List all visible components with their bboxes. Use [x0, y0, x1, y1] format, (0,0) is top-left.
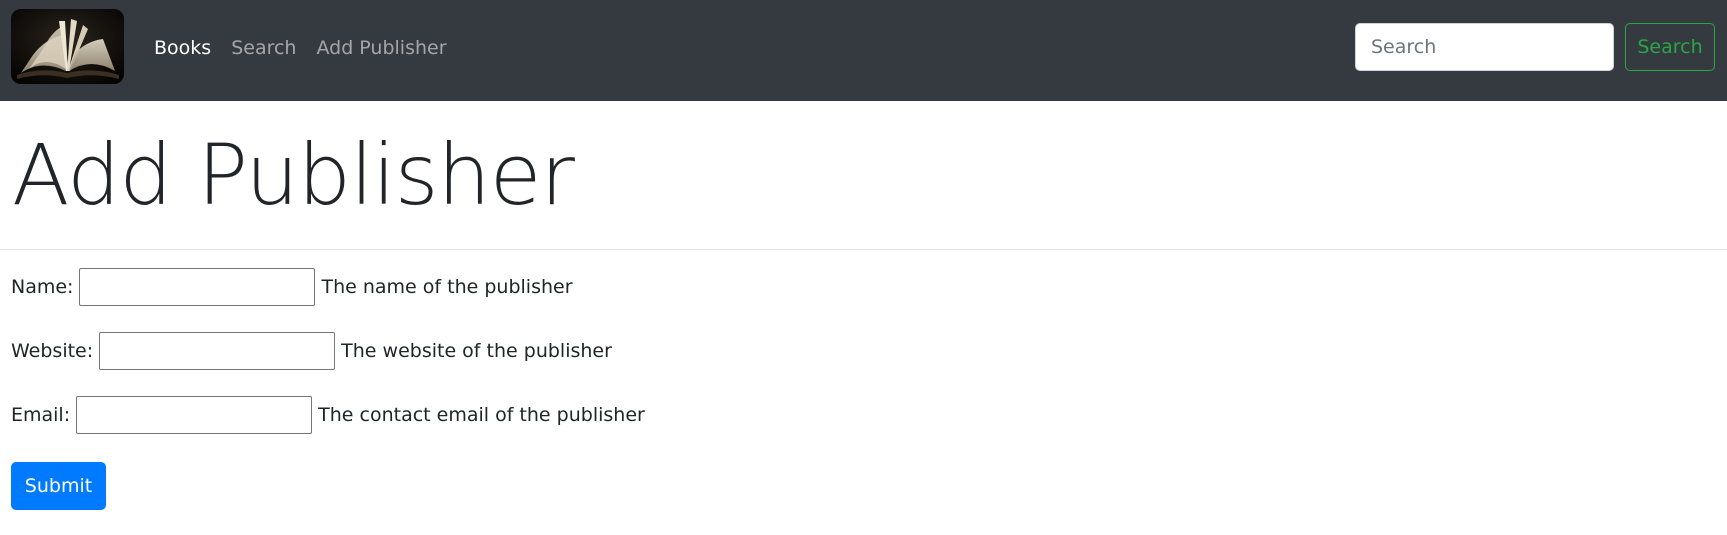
name-row: Name: The name of the publisher — [11, 268, 573, 306]
website-input[interactable] — [99, 332, 336, 370]
email-row: Email: The contact email of the publishe… — [11, 396, 645, 434]
open-book-logo — [11, 9, 124, 84]
email-help-text: The contact email of the publisher — [318, 404, 645, 426]
nav-links: Books Search Add Publisher — [154, 0, 447, 96]
email-label: Email: — [11, 404, 71, 426]
website-label: Website: — [11, 340, 94, 362]
nav-link-books[interactable]: Books — [154, 37, 211, 59]
submit-button[interactable]: Submit — [11, 462, 106, 510]
navbar-search-input[interactable] — [1355, 23, 1614, 71]
page-title: Add Publisher — [12, 126, 575, 224]
name-label: Name: — [11, 276, 74, 298]
website-row: Website: The website of the publisher — [11, 332, 612, 370]
website-help-text: The website of the publisher — [341, 340, 612, 362]
nav-link-add-publisher[interactable]: Add Publisher — [316, 37, 446, 59]
email-input[interactable] — [76, 396, 313, 434]
top-navbar: Books Search Add Publisher Search — [0, 0, 1727, 101]
title-divider — [0, 249, 1727, 250]
brand-logo-link[interactable] — [11, 9, 124, 84]
nav-link-search[interactable]: Search — [231, 37, 296, 59]
navbar-search-button[interactable]: Search — [1625, 23, 1715, 71]
name-input[interactable] — [79, 268, 316, 306]
name-help-text: The name of the publisher — [321, 276, 573, 298]
